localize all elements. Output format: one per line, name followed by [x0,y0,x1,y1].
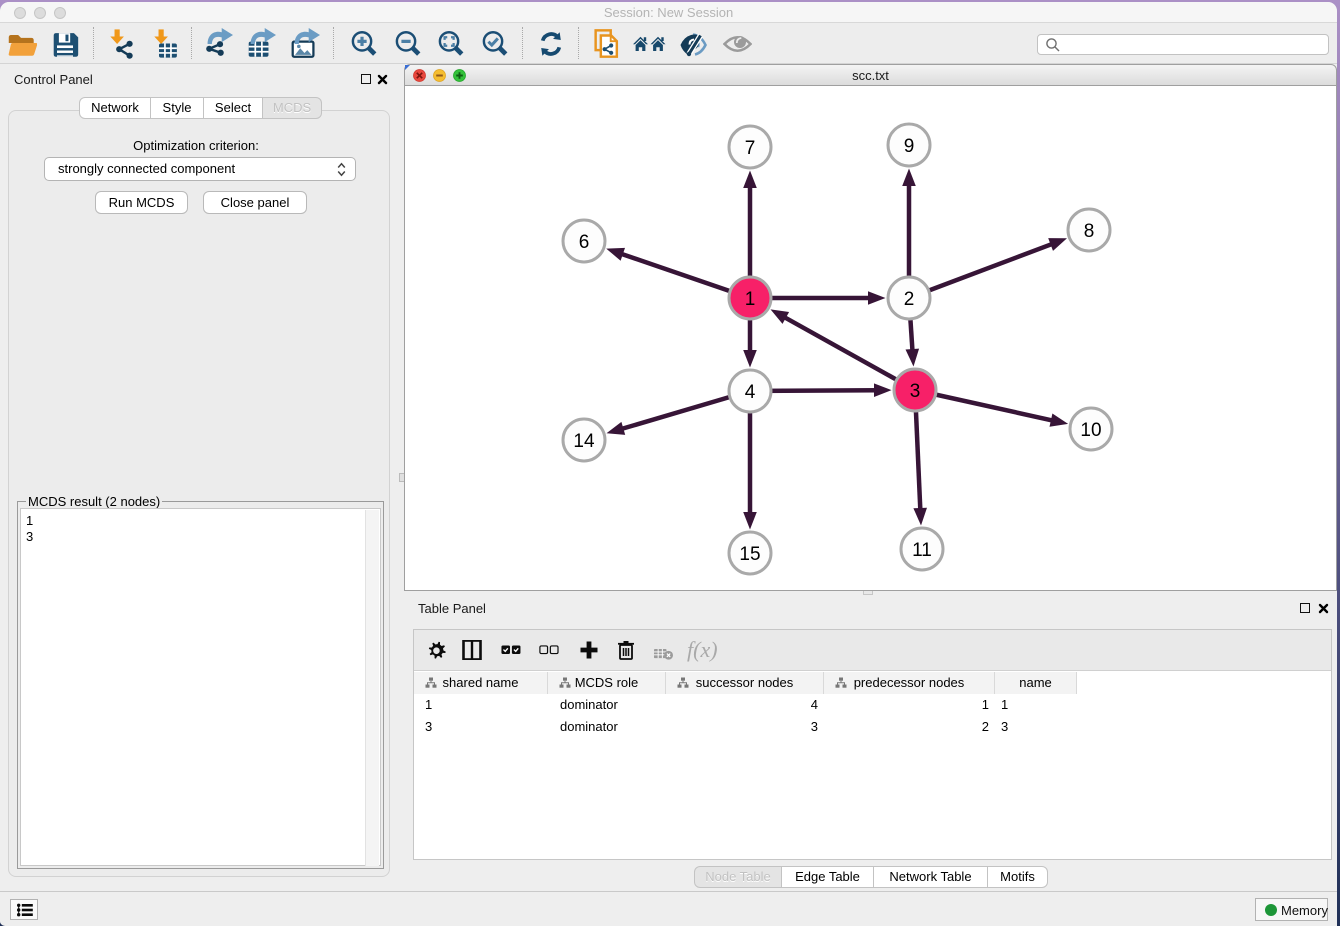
svg-text:6: 6 [579,232,590,253]
svg-text:9: 9 [904,136,915,157]
svg-text:10: 10 [1080,420,1101,441]
svg-text:7: 7 [745,138,756,159]
svg-text:15: 15 [739,544,760,565]
svg-text:8: 8 [1084,221,1095,242]
svg-text:4: 4 [745,382,756,403]
svg-text:2: 2 [904,289,915,310]
svg-text:14: 14 [573,431,595,452]
svg-text:11: 11 [912,540,932,561]
svg-text:3: 3 [910,381,921,402]
svg-text:1: 1 [745,289,756,310]
